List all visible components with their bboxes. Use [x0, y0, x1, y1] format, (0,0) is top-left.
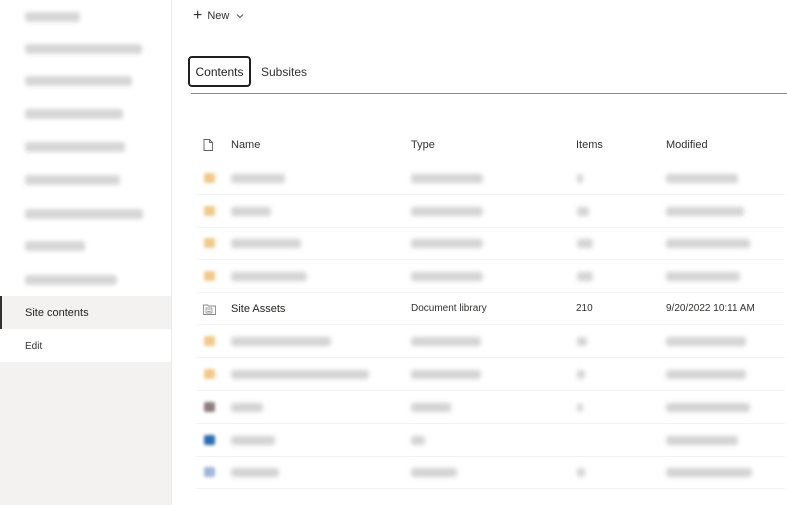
nav-item-redacted-7[interactable]	[0, 197, 171, 230]
table-row[interactable]	[196, 325, 785, 358]
table-row[interactable]	[196, 227, 785, 260]
tab-subsites[interactable]: Subsites	[258, 56, 310, 87]
new-button-label: New	[207, 10, 230, 22]
column-header-type[interactable]: Type	[411, 134, 435, 156]
column-header-name[interactable]: Name	[231, 134, 260, 156]
row-type: Document library	[411, 303, 487, 314]
nav-item-redacted-6[interactable]	[0, 163, 171, 196]
table-row[interactable]	[196, 391, 785, 424]
nav-item-label: Site contents	[25, 306, 89, 319]
tab-contents[interactable]: Contents	[188, 56, 251, 87]
sidebar-divider	[171, 0, 172, 505]
row-items: 210	[576, 303, 593, 314]
new-button[interactable]: + New	[193, 6, 244, 26]
row-name[interactable]: Site Assets	[231, 292, 285, 325]
column-header-modified[interactable]: Modified	[666, 134, 708, 156]
row-modified: 9/20/2022 10:11 AM	[666, 303, 755, 314]
nav-item-redacted-3[interactable]	[0, 64, 171, 97]
sidebar-footer	[0, 362, 171, 505]
nav-item-redacted-8[interactable]	[0, 229, 171, 262]
nav-item-redacted-1[interactable]	[0, 0, 171, 33]
table-row[interactable]	[196, 424, 785, 457]
chevron-down-icon	[236, 11, 244, 21]
folder-icon	[204, 173, 215, 183]
page-icon	[204, 435, 215, 445]
page-icon	[204, 467, 215, 477]
folder-icon	[204, 238, 215, 248]
folder-icon	[204, 206, 215, 216]
nav-item-redacted-5[interactable]	[0, 130, 171, 163]
tabs-divider	[191, 93, 787, 94]
table-row[interactable]	[196, 162, 785, 195]
column-header-items[interactable]: Items	[576, 134, 603, 156]
table-row-site-assets[interactable]: Site Assets Document library 210 9/20/20…	[196, 292, 785, 325]
library-icon	[203, 302, 216, 315]
table-row[interactable]	[196, 456, 785, 489]
table-row[interactable]	[196, 260, 785, 293]
nav-item-site-contents[interactable]: Site contents	[0, 296, 171, 329]
table-row[interactable]	[196, 358, 785, 391]
edit-label: Edit	[25, 341, 43, 352]
folder-icon	[204, 271, 215, 281]
folder-icon	[204, 336, 215, 346]
edit-nav-link[interactable]: Edit	[0, 330, 171, 363]
folder-icon	[204, 369, 215, 379]
nav-item-redacted-4[interactable]	[0, 97, 171, 130]
nav-item-redacted-2[interactable]	[0, 32, 171, 65]
list-icon	[204, 402, 215, 412]
plus-icon: +	[193, 7, 203, 24]
table-row[interactable]	[196, 195, 785, 228]
nav-item-redacted-9[interactable]	[0, 263, 171, 296]
file-icon	[203, 138, 213, 151]
left-navigation: Site contents Edit	[0, 0, 171, 505]
